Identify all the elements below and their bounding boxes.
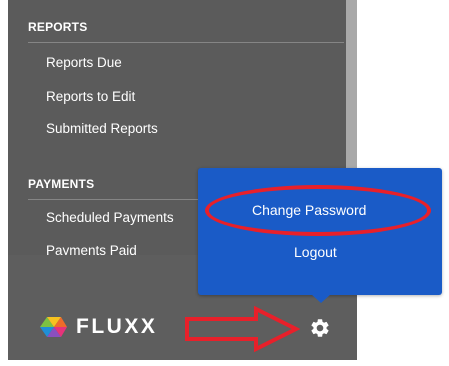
annotation-ellipse [205,185,431,236]
gear-icon[interactable] [309,317,331,339]
fluxx-logo: FLUXX [38,314,157,340]
logout-link[interactable]: Logout [294,244,337,260]
sidebar-item-reports-to-edit[interactable]: Reports to Edit [46,89,135,104]
section-header-payments: PAYMENTS [28,177,95,191]
sidebar-item-scheduled-payments[interactable]: Scheduled Payments [46,210,174,225]
annotation-arrow [185,306,300,352]
fluxx-logo-icon [40,317,67,337]
section-divider [28,42,344,43]
sidebar-item-submitted-reports[interactable]: Submitted Reports [46,121,158,136]
sidebar-item-reports-due[interactable]: Reports Due [46,55,122,70]
logo-text: FLUXX [76,315,158,338]
popup-pointer [311,294,331,303]
section-header-reports: REPORTS [28,20,88,34]
